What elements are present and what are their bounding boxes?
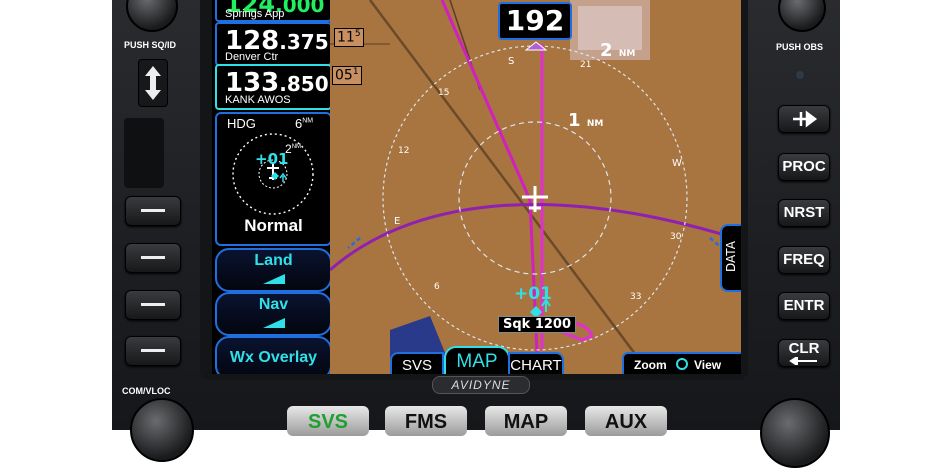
traffic-relative-alt: +01 bbox=[514, 284, 552, 304]
clr-button[interactable]: CLR bbox=[778, 339, 830, 367]
data-tab[interactable]: DATA bbox=[720, 224, 741, 292]
fms-key[interactable]: FMS bbox=[385, 406, 467, 436]
radio-1-label: Springs App bbox=[225, 8, 285, 20]
range-outer-label: 2 NM bbox=[600, 40, 636, 61]
com-vloc-label: COM/VLOC bbox=[122, 386, 171, 396]
com-vloc-knob[interactable] bbox=[130, 398, 194, 462]
mini-map-label: Normal bbox=[244, 216, 303, 235]
display-screen: 124.000 Springs App 128.375 Denver Ctr 1… bbox=[212, 0, 741, 374]
land-line-key[interactable]: Land bbox=[215, 248, 332, 292]
compass-label-6: 6 bbox=[434, 282, 440, 292]
right-large-knob[interactable] bbox=[760, 398, 830, 468]
radio-freq-2[interactable]: 128.375 Denver Ctr bbox=[215, 22, 332, 66]
nav-ramp-icon bbox=[263, 318, 285, 328]
zoom-label: Zoom bbox=[634, 358, 667, 372]
mini-map-panel[interactable]: HDG 6NM +01 2NM Normal bbox=[215, 112, 332, 246]
left-blank-panel bbox=[124, 118, 164, 188]
compass-label-12: 12 bbox=[398, 146, 410, 156]
nav-line-key[interactable]: Nav bbox=[215, 292, 332, 336]
wx-overlay-line-key[interactable]: Wx Overlay bbox=[215, 336, 332, 374]
annunciator-light bbox=[796, 71, 804, 79]
left-line-button-4[interactable] bbox=[125, 336, 181, 366]
brand-plate: AVIDYNE bbox=[432, 376, 530, 394]
alt-tag-2: 051 bbox=[332, 66, 362, 85]
knob-icon bbox=[676, 358, 688, 370]
nav-label: Nav bbox=[258, 296, 289, 313]
back-arrow-icon bbox=[789, 357, 817, 365]
compass-label-33: 33 bbox=[630, 292, 642, 302]
left-line-button-1[interactable] bbox=[125, 196, 181, 226]
compass-label-w: W bbox=[672, 158, 682, 169]
data-tab-label: DATA bbox=[724, 241, 738, 272]
radio-3-label: KANK AWOS bbox=[225, 94, 291, 106]
map-key[interactable]: MAP bbox=[485, 406, 567, 436]
heading-box: 192 bbox=[498, 2, 572, 40]
zoom-view-bar[interactable]: Zoom View bbox=[622, 352, 741, 374]
push-obs-label: PUSH OBS bbox=[776, 42, 824, 52]
mini-map-inner-range: 2NM bbox=[285, 142, 302, 156]
push-sq-id-label: PUSH SQ/ID bbox=[124, 40, 177, 50]
direct-to-icon bbox=[793, 110, 818, 128]
arrow-rocker-button[interactable] bbox=[138, 59, 168, 107]
nrst-button[interactable]: NRST bbox=[778, 199, 830, 227]
freq-button[interactable]: FREQ bbox=[778, 246, 830, 274]
compass-label-30: 30 bbox=[670, 232, 682, 242]
tab-svs[interactable]: SVS bbox=[390, 352, 444, 374]
radio-freq-3[interactable]: 133.850 KANK AWOS bbox=[215, 64, 332, 110]
land-label: Land bbox=[254, 252, 293, 269]
aux-key[interactable]: AUX bbox=[585, 406, 667, 436]
svs-key[interactable]: SVS bbox=[287, 406, 369, 436]
range-inner-label: 1 NM bbox=[568, 110, 604, 131]
radio-2-label: Denver Ctr bbox=[225, 51, 279, 63]
land-ramp-icon bbox=[263, 274, 285, 284]
left-radio-panel: 124.000 Springs App 128.375 Denver Ctr 1… bbox=[212, 0, 332, 374]
direct-to-button[interactable] bbox=[778, 105, 830, 133]
alt-tag-1: 115 bbox=[334, 28, 364, 47]
squawk-box: Sqk 1200 bbox=[498, 316, 577, 333]
entr-button[interactable]: ENTR bbox=[778, 292, 830, 320]
compass-label-21: 21 bbox=[580, 60, 592, 70]
heading-value: 192 bbox=[505, 4, 565, 37]
mini-map-rings bbox=[232, 133, 314, 215]
up-down-arrow-icon bbox=[145, 66, 161, 100]
wx-overlay-label: Wx Overlay bbox=[229, 349, 318, 366]
left-line-button-2[interactable] bbox=[125, 243, 181, 273]
mini-map-target: +01 bbox=[255, 150, 289, 168]
compass-label-15: 15 bbox=[438, 88, 450, 98]
brand-logo: AVIDYNE bbox=[451, 378, 511, 392]
compass-label-e: E bbox=[394, 216, 401, 227]
left-line-button-3[interactable] bbox=[125, 290, 181, 320]
tab-map[interactable]: MAP bbox=[444, 346, 510, 374]
clr-label: CLR bbox=[788, 340, 820, 357]
proc-button[interactable]: PROC bbox=[778, 153, 830, 181]
moving-map[interactable]: S 21 W 30 33 6 E 12 15 2 NM 1 NM 192 115… bbox=[330, 0, 741, 374]
tab-chart[interactable]: CHART bbox=[508, 352, 564, 374]
squawk-value: Sqk 1200 bbox=[503, 317, 572, 332]
view-label: View bbox=[694, 358, 722, 372]
compass-label-s: S bbox=[508, 56, 515, 67]
radio-freq-1[interactable]: 124.000 Springs App bbox=[215, 0, 332, 22]
